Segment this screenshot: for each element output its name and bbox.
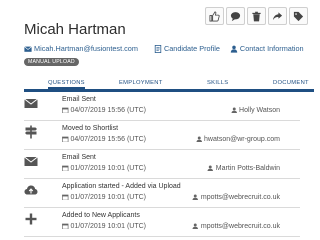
email-link[interactable]: Micah.Hartman@fusiontest.com — [24, 44, 138, 53]
event-date-text: 04/07/2019 15:56 (UTC) — [70, 106, 147, 114]
tab-skills[interactable]: SKILLS — [207, 80, 228, 86]
list-item: Added to New Applicants 01/07/2019 10:01… — [24, 208, 300, 237]
list-item: Moved to Shortlist 04/07/2019 15:56 (UTC… — [24, 121, 300, 150]
event-user: mpotts@webrecruit.co.uk — [192, 223, 280, 230]
event-title: Added to New Applicants — [62, 212, 140, 219]
event-user-text: Martin Potts-Baldwin — [215, 164, 280, 172]
cloud-upload-icon — [24, 185, 38, 195]
delete-button[interactable] — [247, 7, 266, 25]
tag-icon — [293, 11, 304, 21]
event-user-text: mpotts@webrecruit.co.uk — [200, 193, 280, 201]
event-user: Martin Potts-Baldwin — [207, 165, 280, 172]
event-date: 04/07/2019 15:56 (UTC) — [62, 107, 146, 114]
trash-icon — [252, 11, 261, 21]
envelope-icon — [24, 156, 38, 166]
event-date: 04/07/2019 15:56 (UTC) — [62, 136, 146, 143]
share-button[interactable] — [268, 7, 287, 25]
event-date: 01/07/2019 10:01 (UTC) — [62, 223, 146, 230]
action-toolbar — [203, 7, 308, 25]
user-icon — [192, 194, 199, 201]
list-item: Email Sent 01/07/2019 10:01 (UTC) Martin… — [24, 150, 300, 179]
candidate-contact-row: Micah.Hartman@fusiontest.com Candidate P… — [24, 44, 304, 53]
contact-information-link[interactable]: Contact Information — [230, 44, 304, 53]
share-icon — [272, 11, 283, 20]
event-user: mpotts@webrecruit.co.uk — [192, 194, 280, 201]
event-user: hwatson@wr-group.com — [196, 136, 280, 143]
user-icon — [207, 165, 214, 172]
comment-button[interactable] — [226, 7, 245, 25]
event-date-text: 04/07/2019 15:56 (UTC) — [70, 135, 147, 143]
event-date: 01/07/2019 10:01 (UTC) — [62, 194, 146, 201]
candidate-profile-link[interactable]: Candidate Profile — [154, 44, 220, 53]
candidate-profile-label: Candidate Profile — [163, 44, 220, 53]
tag-button[interactable] — [289, 7, 308, 25]
event-user-text: Holly Watson — [239, 106, 280, 114]
event-title: Application started - Added via Upload — [62, 183, 181, 190]
document-icon — [154, 44, 162, 53]
envelope-icon — [24, 98, 38, 108]
event-title: Email Sent — [62, 96, 96, 103]
calendar-icon — [62, 165, 69, 172]
event-user-text: mpotts@webrecruit.co.uk — [200, 222, 280, 230]
tab-employment[interactable]: EMPLOYMENT — [119, 80, 163, 86]
thumbs-up-button[interactable] — [205, 7, 224, 25]
event-date-text: 01/07/2019 10:01 (UTC) — [70, 164, 147, 172]
user-icon — [196, 136, 202, 143]
section-tabs: QUESTIONS EMPLOYMENT SKILLS DOCUMENT — [24, 77, 314, 92]
calendar-icon — [62, 107, 69, 114]
event-title: Moved to Shortlist — [62, 125, 119, 132]
source-badge: MANUAL UPLOAD — [24, 58, 79, 66]
event-user-text: hwatson@wr-group.com — [204, 135, 280, 143]
contact-information-label: Contact Information — [239, 44, 304, 53]
calendar-icon — [62, 223, 69, 230]
calendar-icon — [62, 136, 69, 143]
event-user: Holly Watson — [231, 107, 280, 114]
event-title: Email Sent — [62, 154, 96, 161]
list-item: Email Sent 04/07/2019 15:56 (UTC) Holly … — [24, 92, 300, 121]
calendar-icon — [62, 194, 69, 201]
user-icon — [231, 107, 237, 114]
event-date-text: 01/07/2019 10:01 (UTC) — [70, 222, 147, 230]
list-item: Application started - Added via Upload 0… — [24, 179, 300, 208]
candidate-name: Micah Hartman — [24, 21, 126, 38]
activity-list: Email Sent 04/07/2019 15:56 (UTC) Holly … — [24, 92, 300, 237]
user-icon — [230, 45, 238, 53]
tab-document[interactable]: DOCUMENT — [273, 80, 309, 86]
event-date: 01/07/2019 10:01 (UTC) — [62, 165, 146, 172]
envelope-icon — [24, 45, 32, 52]
comment-icon — [230, 11, 241, 21]
thumbs-up-icon — [209, 11, 220, 21]
user-icon — [192, 223, 199, 230]
plus-icon — [25, 213, 37, 225]
signpost-icon — [25, 125, 37, 139]
email-text: Micah.Hartman@fusiontest.com — [34, 44, 138, 53]
event-date-text: 01/07/2019 10:01 (UTC) — [70, 193, 147, 201]
tab-questions[interactable]: QUESTIONS — [48, 80, 85, 89]
